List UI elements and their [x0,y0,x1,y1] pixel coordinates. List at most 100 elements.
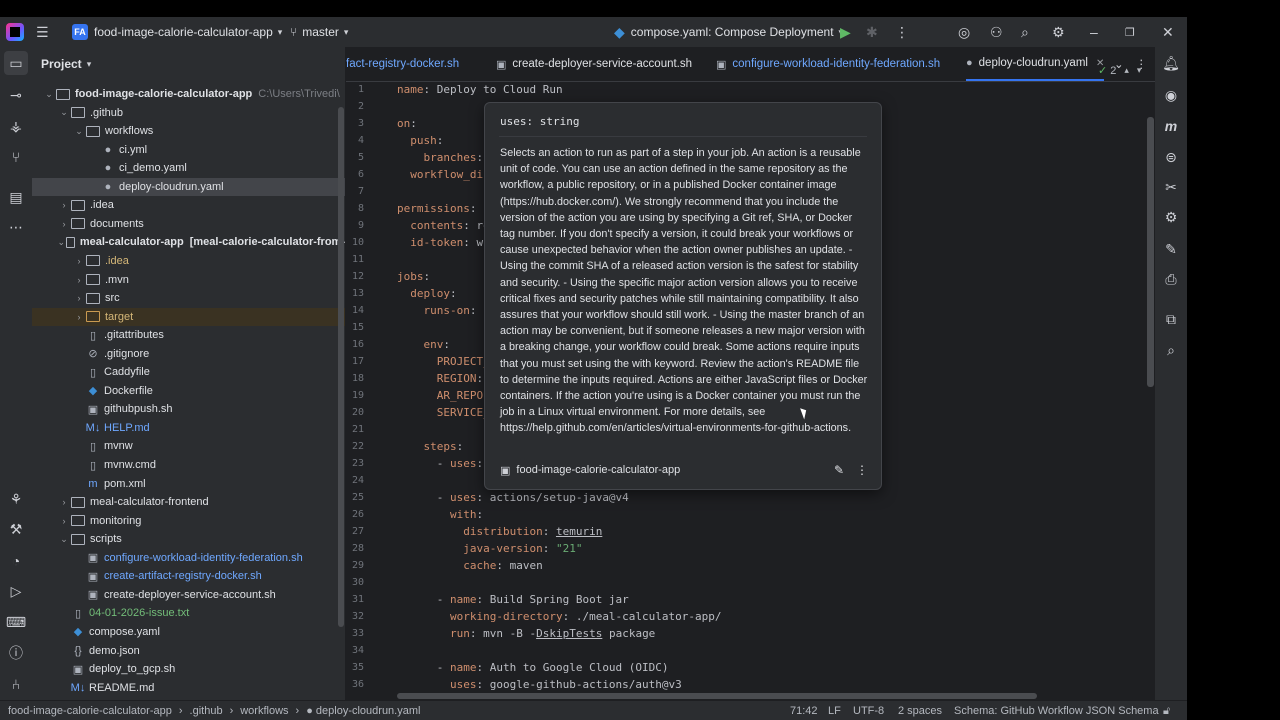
chevron-down-icon[interactable]: ⌄ [42,89,56,100]
tree-item[interactable]: ▣ create-deployer-service-account.sh [32,586,345,604]
line-separator[interactable]: LF [828,701,841,720]
lock-icon[interactable]: 🔓︎ [1163,701,1170,720]
tree-item[interactable]: › .idea [32,252,345,270]
project-tool-icon[interactable]: ▭ [4,51,28,75]
structure-tool-icon[interactable]: ⚶ [0,114,32,138]
ai-chat-icon[interactable]: ◉ [1155,83,1187,107]
code-line[interactable]: id-token: wr [397,234,489,251]
gradle-icon[interactable]: ⚙ [1155,205,1187,229]
code-line[interactable]: cache: maven [397,557,542,574]
code-line[interactable]: working-directory: ./meal-calculator-app… [397,608,722,625]
tree-item[interactable]: M↓ README.md [32,679,345,697]
chevron-down-icon[interactable]: ⌄ [57,107,71,118]
chevron-right-icon[interactable]: › [72,312,86,322]
tree-item[interactable]: › meal-calculator-frontend [32,493,345,511]
code-line[interactable]: SERVICE_ [397,404,490,421]
terminal-icon[interactable]: ⌨ [0,610,32,634]
find-usages-icon[interactable]: ⌕ [1155,338,1187,362]
tree-item[interactable]: ▯ .gitattributes [32,326,345,344]
tree-item[interactable]: › .idea [32,196,345,214]
code-line[interactable]: uses: google-github-actions/auth@v3 [397,676,682,693]
services-icon[interactable]: ⚘ [0,487,32,511]
tree-item[interactable]: {} demo.json [32,642,345,660]
git-icon[interactable]: ⑃ [0,672,32,696]
project-panel-header[interactable]: Project ▾ [32,47,345,81]
main-menu-button[interactable]: ☰ [36,17,49,47]
code-line[interactable]: PROJECT_ [397,353,490,370]
code-with-me-button[interactable]: ⚇ [990,17,1003,47]
restore-button[interactable]: ❐ [1125,17,1135,47]
tools-icon[interactable]: ✂ [1155,175,1187,199]
code-line[interactable]: - uses: [397,455,483,472]
breadcrumb-item[interactable]: food-image-calorie-calculator-app [8,705,172,717]
edit-pencil-icon[interactable]: ✎ [1155,237,1187,261]
branch-selector[interactable]: ⑂ master ▾ [290,17,348,47]
code-line[interactable]: name: Deploy to Cloud Run [397,81,563,98]
code-line[interactable]: env: [397,336,451,353]
code-line[interactable]: runs-on: u [397,302,490,319]
endpoints-icon[interactable]: ⊜ [1155,145,1187,169]
code-line[interactable]: - name: Build Spring Boot jar [397,591,629,608]
tree-item[interactable]: › target [32,307,345,326]
tree-item[interactable]: ⊘ .gitignore [32,345,345,363]
code-line[interactable]: workflow_dis [397,166,489,183]
notifications-bell-icon[interactable]: 🔔︎ [1155,51,1187,75]
code-line[interactable]: distribution: temurin [397,523,602,540]
chevron-down-icon[interactable]: ⌄ [57,237,66,248]
code-line[interactable]: branches: [397,149,484,166]
ai-assistant-button[interactable]: ◎ [958,17,970,47]
more-vertical-icon[interactable]: ⋮ [856,463,868,477]
tree-item[interactable]: › src [32,289,345,307]
breadcrumb-item[interactable]: ● deploy-cloudrun.yaml [306,705,420,717]
chevron-up-icon[interactable]: ▴ [1124,65,1129,76]
chevron-right-icon[interactable]: › [72,275,86,285]
tree-item[interactable]: ▯ 04-01-2026-issue.txt [32,604,345,622]
chevron-down-icon[interactable]: ▾ [1137,65,1142,76]
tree-item[interactable]: › documents [32,215,345,233]
code-line[interactable]: - name: Auth to Google Cloud (OIDC) [397,659,669,676]
caret-position[interactable]: 71:42 [790,701,818,720]
code-line[interactable]: run: mvn -B -DskipTests package [397,625,655,642]
code-line[interactable]: with: [397,506,483,523]
run-button[interactable]: ▶ [840,17,851,47]
code-line[interactable]: jobs: [397,268,430,285]
editor-tab[interactable]: ▣ configure-workload-identity-federation.… [716,47,940,81]
chevron-right-icon[interactable]: › [57,497,71,507]
editor-horizontal-scrollbar[interactable] [397,693,1037,699]
chevron-down-icon[interactable]: ⌄ [57,534,71,545]
problems-icon[interactable]: ⓘ [0,641,32,665]
run-config-selector[interactable]: ◆ compose.yaml: Compose Deployment ▾ [614,17,843,47]
chevron-right-icon[interactable]: › [72,293,86,303]
tree-item[interactable]: › .mvn [32,271,345,289]
tree-item[interactable]: ◆ compose.yaml [32,623,345,641]
tree-item[interactable]: m pom.xml [32,475,345,493]
settings-button[interactable]: ⚙ [1052,17,1065,47]
tree-item[interactable]: ◆ Dockerfile [32,382,345,400]
breadcrumb-item[interactable]: workflows [240,705,288,717]
code-line[interactable]: on: [397,115,417,132]
copy-document-icon[interactable]: ⧉ [1155,307,1187,331]
tree-item[interactable]: ⌄ meal-calculator-app [meal-calorie-calcul… [32,233,345,251]
chevron-right-icon[interactable]: › [57,219,71,229]
code-line[interactable]: java-version: "21" [397,540,582,557]
run-tool-icon[interactable]: ▷ [0,579,32,603]
chevron-right-icon[interactable]: › [57,200,71,210]
editor-vertical-scrollbar[interactable] [1147,117,1154,387]
editor-tab[interactable]: fact-registry-docker.sh [346,47,459,81]
tree-item[interactable]: ▣ deploy_to_gcp.sh [32,660,345,678]
minimize-button[interactable]: – [1090,17,1098,47]
tree-item[interactable]: M↓ HELP.md [32,419,345,437]
code-line[interactable]: permissions: [397,200,476,217]
tree-item[interactable]: ● ci.yml [32,141,345,159]
project-selector[interactable]: FA food-image-calorie-calculator-app ▾ [72,17,282,47]
close-window-button[interactable]: ✕ [1162,17,1174,47]
commit-tool-icon[interactable]: ⊸ [0,83,32,107]
tree-item[interactable]: ● ci_demo.yaml [32,159,345,177]
editor-tab[interactable]: ● deploy-cloudrun.yaml ✕ [966,47,1105,81]
code-line[interactable]: - uses: actions/setup-java@v4 [397,489,629,506]
code-line[interactable]: contents: re [397,217,489,234]
pull-requests-icon[interactable]: ⑂ [0,145,32,169]
search-button[interactable]: ⌕ [1021,17,1029,47]
tree-item[interactable]: ⌄ scripts [32,530,345,548]
editor-tab[interactable]: ▣ create-deployer-service-account.sh [496,47,692,81]
